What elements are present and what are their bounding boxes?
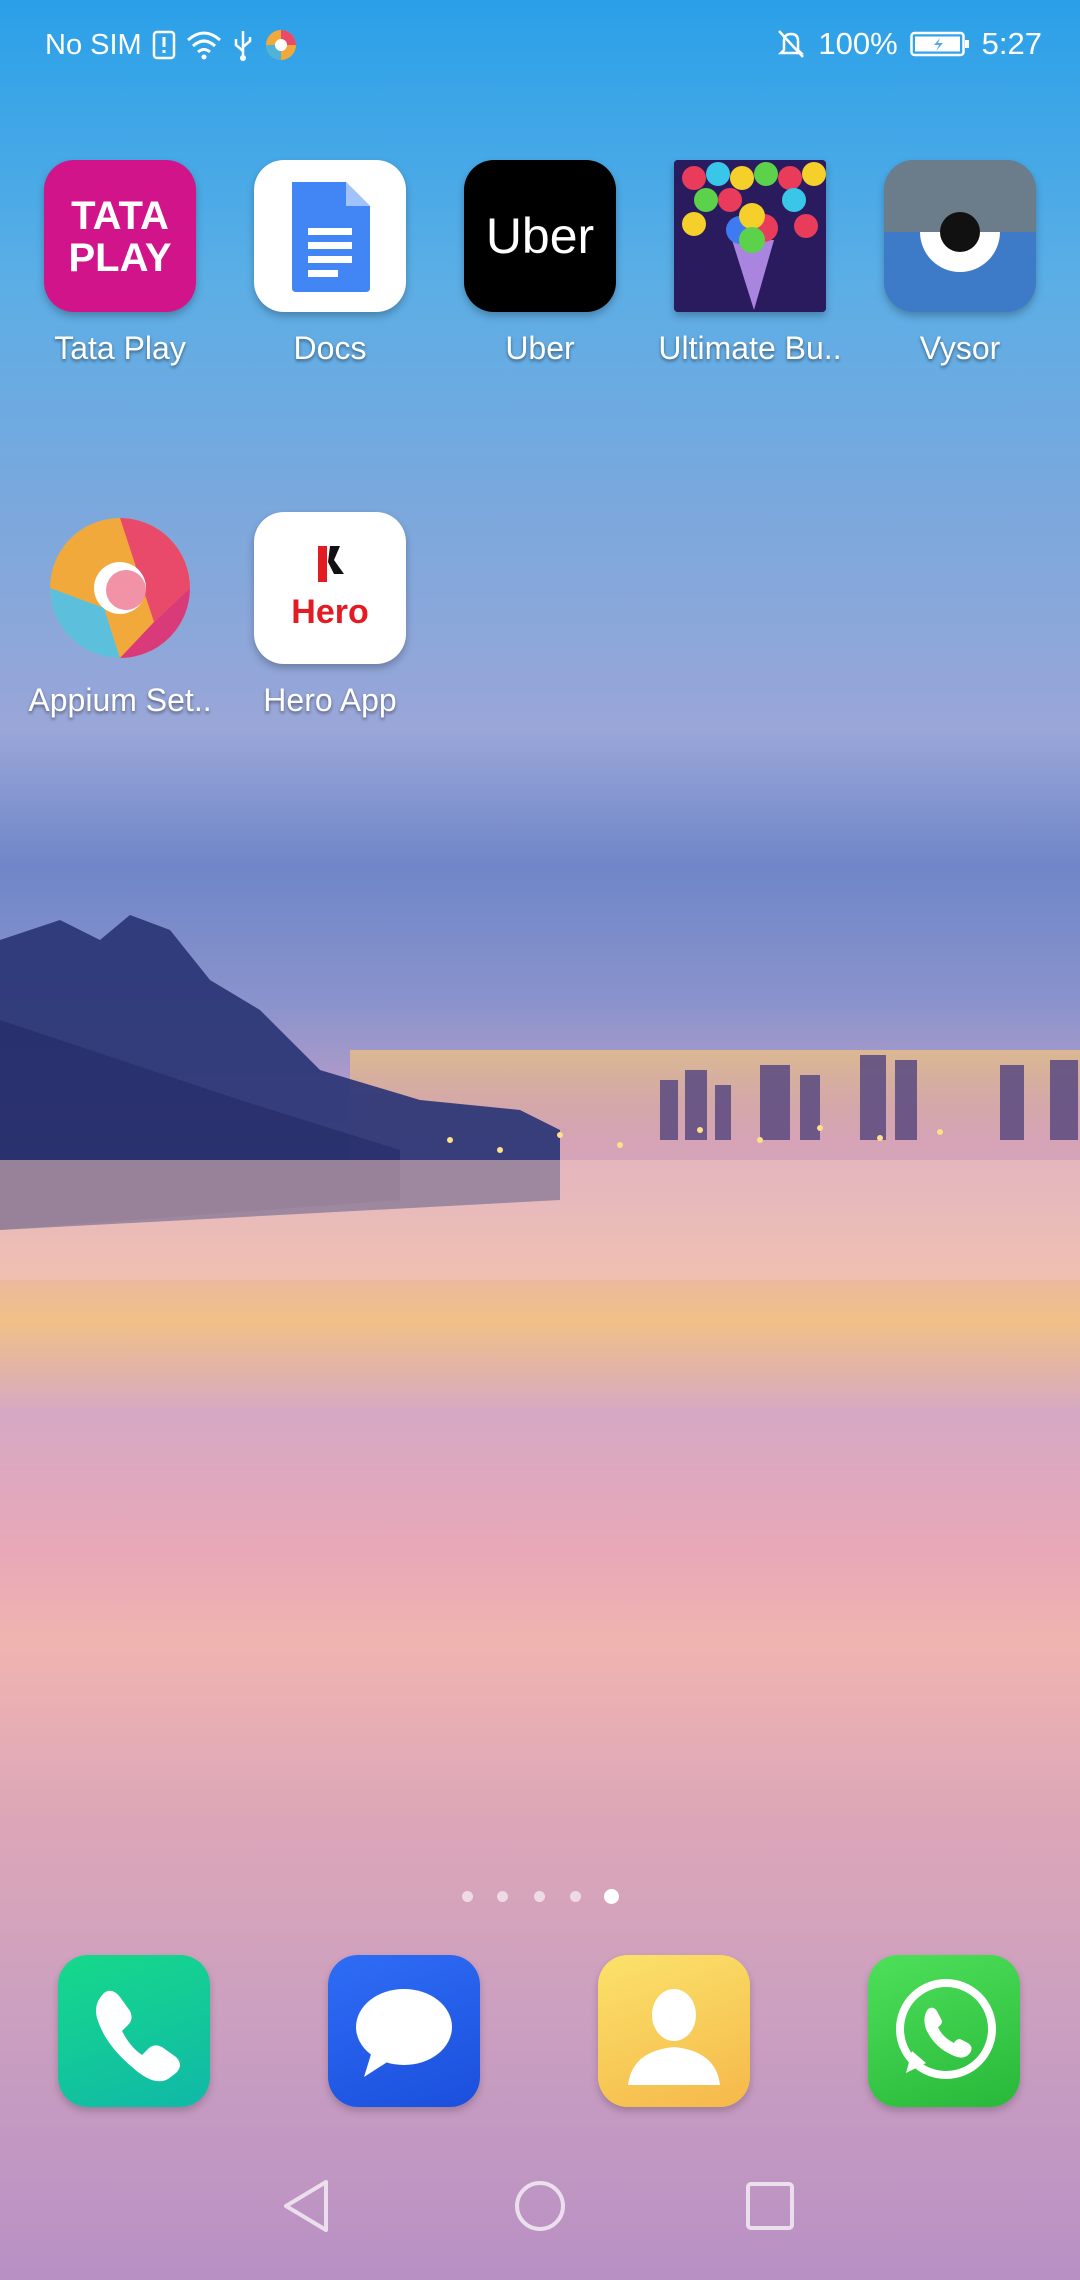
whatsapp-icon[interactable] [868,1955,1020,2107]
wallpaper-landscape [0,915,1080,1280]
tata-play-icon-text-bottom: PLAY [68,236,172,280]
app-hero[interactable]: Hero Hero App [230,512,430,719]
app-label: Docs [293,330,367,366]
app-docs[interactable]: Docs [230,160,430,367]
app-tata-play[interactable]: TATA PLAY Tata Play [20,160,220,367]
battery-percent: 100% [818,26,898,61]
page-dot-active[interactable] [604,1889,619,1904]
appium-status-icon [265,30,296,60]
app-vysor[interactable]: Vysor [860,160,1060,367]
home-button[interactable] [512,2176,568,2236]
wifi-icon [186,31,221,60]
bubble-shooter-icon [674,160,826,312]
status-right: 100% 5:27 [776,26,1042,62]
hero-app-icon: Hero [254,512,406,664]
back-button[interactable] [280,2176,336,2236]
app-ultimate-bubble[interactable]: Ultimate Bu.. [650,160,850,367]
app-appium-settings[interactable]: Appium Set.. [20,512,220,719]
mute-bell-icon [778,30,805,58]
status-left: No SIM [45,28,298,62]
google-docs-icon [254,160,406,312]
messages-icon[interactable] [328,1955,480,2107]
battery-charging-icon [909,31,969,57]
app-label: Appium Set.. [28,682,212,718]
usb-icon [234,31,251,61]
page-dot[interactable] [534,1891,545,1902]
app-label: Uber [505,330,575,366]
hero-icon-text: Hero [291,593,369,631]
carrier-text: No SIM [45,28,142,61]
app-label: Hero App [263,682,397,718]
app-label: Vysor [919,330,1001,366]
vysor-icon [884,160,1036,312]
recents-button[interactable] [742,2176,798,2236]
app-uber[interactable]: Uber Uber [440,160,640,367]
status-bar: No SIM 100% 5:27 [0,0,1080,92]
contacts-icon[interactable] [598,1955,750,2107]
page-dot[interactable] [497,1891,508,1902]
sim-alert-icon [152,30,175,60]
page-indicator [0,1887,1080,1907]
appium-icon [44,512,196,664]
page-dot[interactable] [570,1891,581,1902]
phone-icon[interactable] [58,1955,210,2107]
app-label: Tata Play [54,330,186,366]
uber-icon-text: Uber [485,208,595,264]
app-label: Ultimate Bu.. [658,330,842,366]
page-dot-home[interactable] [462,1891,473,1902]
tata-play-icon: TATA PLAY [44,160,196,312]
clock-time: 5:27 [981,26,1042,61]
tata-play-icon-text-top: TATA [71,194,169,238]
uber-icon: Uber [464,160,616,312]
navigation-bar [0,2136,1080,2280]
